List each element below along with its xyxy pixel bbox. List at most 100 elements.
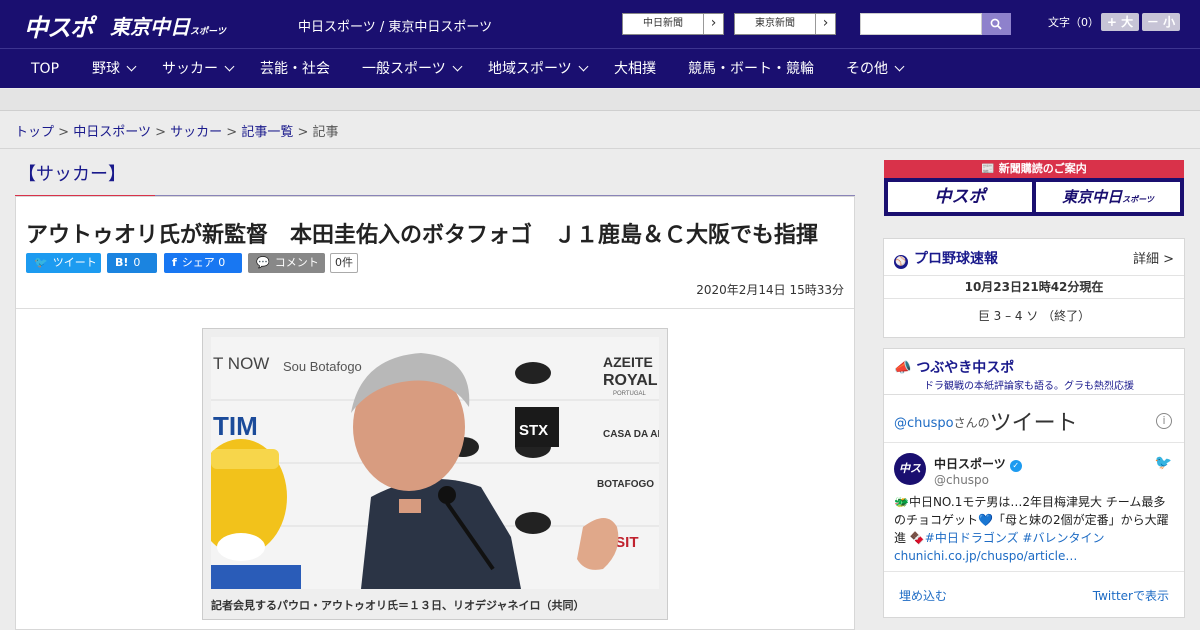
game-score[interactable]: 巨 3 – 4 ソ （終了） — [884, 307, 1184, 324]
tokyo-subscribe-button[interactable]: 東京中日スポーツ — [1036, 182, 1180, 212]
sponsor-text: STX — [519, 422, 548, 439]
article: アウトゥオリ氏が新監督 本田圭佑入のボタフォゴ Ｊ１鹿島＆Ｃ大阪でも指揮 🐦 ツイ… — [15, 196, 855, 630]
tweets-heading: @chuspoさんのツイート — [894, 405, 1078, 437]
chevron-down-icon — [894, 61, 905, 72]
breadcrumb-article-list[interactable]: 記事一覧 — [241, 125, 293, 140]
subscription-banner[interactable]: 📰 新聞購読のご案内 中スポ 東京中日スポーツ — [884, 160, 1184, 216]
nav-soccer[interactable]: サッカー — [162, 49, 235, 89]
nav-sumo[interactable]: 大相撲 — [614, 49, 656, 89]
chunichi-shimbun-button[interactable]: 中日新聞 › — [622, 13, 724, 35]
panel-title-text: つぶやき中スポ — [916, 360, 1015, 376]
font-larger-button[interactable]: + 大 — [1101, 13, 1139, 31]
nav-top[interactable]: TOP — [31, 49, 59, 89]
search-icon — [990, 18, 1002, 30]
tweet-link[interactable]: chunichi.co.jp/chuspo/article… — [894, 549, 1077, 563]
nav-label: 芸能・社会 — [260, 61, 330, 77]
breadcrumb-sep: > — [58, 125, 70, 140]
breadcrumb-soccer[interactable]: サッカー — [170, 125, 222, 140]
nav-label: 競馬・ボート・競輪 — [688, 61, 814, 77]
score-timestamp: 10月23日21時42分現在 — [884, 275, 1184, 299]
site-link[interactable]: 中日スポーツ / 東京中日スポーツ — [298, 16, 492, 35]
sponsor-text: CASA DA APOSTA — [603, 429, 659, 440]
baseball-score-panel: ⚾ プロ野球速報 詳細 > 10月23日21時42分現在 巨 3 – 4 ソ （終… — [883, 238, 1185, 338]
tweet-button[interactable]: 🐦 ツイート — [26, 253, 101, 273]
tweet-author-name[interactable]: 中日スポーツ ✓ — [934, 455, 1022, 472]
tweet-text: 🐲中日NO.1モテ男は…2年目梅津晃大 チーム最多のチョコゲット💙「母と妹の2個… — [894, 493, 1176, 565]
article-photo[interactable]: T NOW Sou Botafogo AZEITE ROYAL PORTUGAL… — [211, 337, 659, 589]
sponsor-text: PORTUGAL — [613, 391, 647, 397]
nav-label: 地域スポーツ — [488, 61, 572, 77]
share-count: 0 — [218, 256, 226, 269]
divider — [16, 308, 854, 309]
news-button-label: 東京新聞 — [755, 18, 795, 29]
font-smaller-button[interactable]: － 小 — [1142, 13, 1180, 31]
hatena-bookmark-button[interactable]: B! 0 — [107, 253, 157, 273]
tokyo-chunichi-logo[interactable]: 東京中日スポーツ — [110, 11, 226, 40]
comment-count: 0件 — [330, 253, 358, 273]
breadcrumb-sep: > — [155, 125, 166, 140]
article-date: 2020年2月14日 15時33分 — [696, 283, 844, 297]
top-bar: 中スポ 東京中日スポーツ 中日スポーツ / 東京中日スポーツ 中日新聞 › 東京… — [0, 0, 1200, 48]
tokyo-shimbun-button[interactable]: 東京新聞 › — [734, 13, 836, 35]
photo-frame: T NOW Sou Botafogo AZEITE ROYAL PORTUGAL… — [202, 328, 668, 620]
nav-racing[interactable]: 競馬・ボート・競輪 — [688, 49, 814, 89]
comment-button[interactable]: 💬 コメント — [248, 253, 325, 273]
nav-label: 野球 — [92, 61, 120, 77]
avatar[interactable]: 中スポ — [894, 453, 926, 507]
share-label: シェア — [181, 256, 215, 269]
twitter-bird-icon[interactable]: 🐦 — [1155, 455, 1172, 471]
hatena-count: 0 — [133, 256, 141, 269]
breadcrumb-sep: > — [297, 125, 309, 140]
nav-label: 大相撲 — [614, 61, 656, 77]
nav-other[interactable]: その他 — [846, 49, 905, 89]
search-input[interactable] — [860, 13, 982, 35]
breadcrumb: トップ > 中日スポーツ > サッカー > 記事一覧 > 記事 — [15, 121, 339, 140]
banner-heading-text: 新聞購読のご案内 — [998, 162, 1087, 175]
embed-link[interactable]: 埋め込む — [899, 587, 947, 604]
photo-caption: 記者会見するパウロ・アウトゥオリ氏＝１３日、リオデジャネイロ（共同） — [211, 599, 585, 612]
sponsor-text: ROYAL — [603, 372, 658, 389]
breadcrumb-chunichi-sports[interactable]: 中日スポーツ — [73, 125, 151, 140]
panel-subtitle: ドラ観戦の本紙評論家も語る。グラも熱烈応援 — [924, 381, 1134, 392]
twitter-panel: 📣 つぶやき中スポ ドラ観戦の本紙評論家も語る。グラも熱烈応援 @chuspoさ… — [883, 348, 1185, 618]
breadcrumb-top[interactable]: トップ — [15, 125, 54, 140]
baseball-icon: ⚾ — [894, 255, 908, 269]
header-strip — [0, 89, 1200, 111]
divider — [884, 394, 1184, 395]
chevron-right-icon: › — [703, 14, 723, 34]
breadcrumb-sep: > — [226, 125, 238, 140]
tweet-label: ツイート — [52, 256, 97, 269]
tokyo-text: 東京中日 — [1062, 188, 1123, 206]
author-name-text: 中日スポーツ — [934, 457, 1006, 471]
chevron-down-icon — [126, 61, 137, 72]
chuspo-subscribe-button[interactable]: 中スポ — [888, 182, 1032, 212]
nav-general-sports[interactable]: 一般スポーツ — [362, 49, 463, 89]
search-button[interactable] — [982, 13, 1011, 35]
verified-badge-icon: ✓ — [1009, 460, 1022, 472]
sponsor-text: AZEITE — [603, 354, 653, 370]
info-icon[interactable]: i — [1156, 413, 1172, 429]
sponsor-text: BOTAFOGO — [597, 479, 654, 490]
newspaper-icon: 📰 — [981, 162, 999, 175]
baseball-details-link[interactable]: 詳細 > — [1133, 248, 1174, 267]
news-button-label: 中日新聞 — [643, 18, 683, 29]
view-on-twitter-link[interactable]: Twitterで表示 — [1093, 587, 1169, 604]
nav-regional-sports[interactable]: 地域スポーツ — [488, 49, 589, 89]
nav-label: サッカー — [162, 61, 218, 77]
tweet-hashtags[interactable]: #中日ドラゴンズ #バレンタイン — [925, 531, 1105, 545]
divider — [884, 442, 1184, 443]
chuspo-logo[interactable]: 中スポ — [24, 8, 94, 43]
divider — [0, 148, 1200, 149]
chevron-down-icon — [452, 61, 463, 72]
chevron-right-icon: › — [815, 14, 835, 34]
account-link[interactable]: @chuspo — [894, 416, 954, 431]
breadcrumb-current: 記事 — [312, 125, 339, 140]
tweet-author-handle[interactable]: @chuspo — [934, 473, 989, 487]
panel-title: ⚾ プロ野球速報 — [894, 248, 998, 269]
facebook-share-button[interactable]: f シェア 0 — [164, 253, 242, 273]
panel-title-text: プロ野球速報 — [914, 251, 998, 267]
nav-entertainment[interactable]: 芸能・社会 — [260, 49, 330, 89]
tweets-heading-text: ツイート — [989, 411, 1078, 436]
chevron-down-icon — [224, 61, 235, 72]
nav-baseball[interactable]: 野球 — [92, 49, 137, 89]
